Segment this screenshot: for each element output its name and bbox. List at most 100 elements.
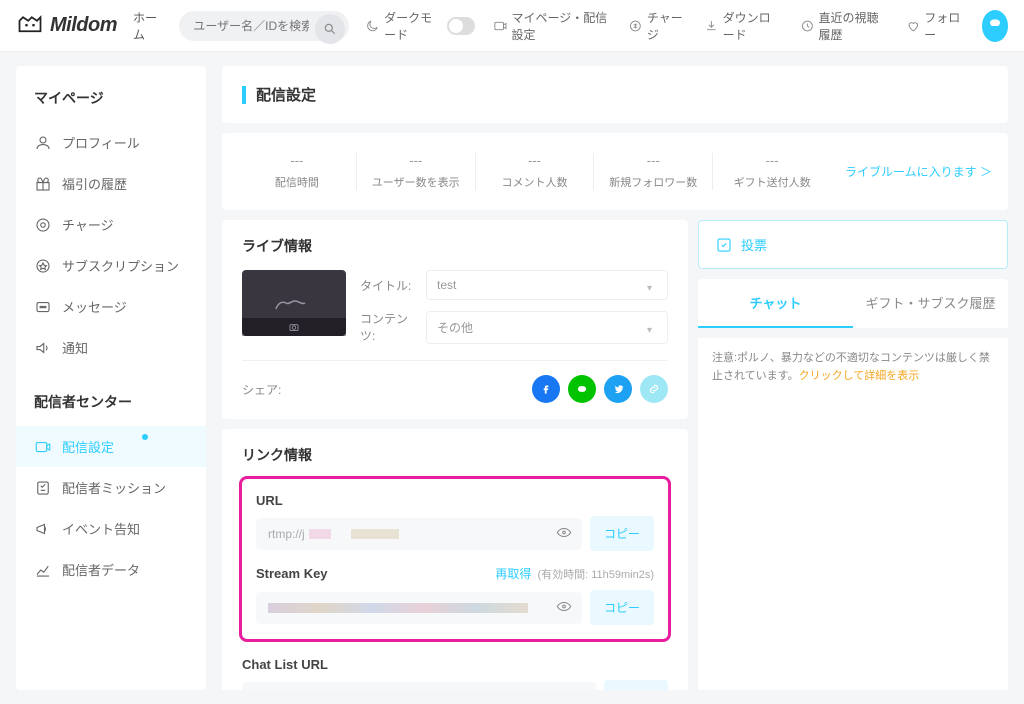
- sidebar-item-notification[interactable]: 通知: [16, 327, 206, 368]
- url-input[interactable]: rtmp://j: [256, 518, 582, 550]
- chatlist-input[interactable]: ****************************************…: [242, 682, 596, 691]
- share-label: シェア:: [242, 381, 281, 398]
- star-badge-icon: [34, 257, 52, 275]
- chatlist-label: Chat List URL: [242, 657, 328, 672]
- download-icon: [704, 17, 719, 35]
- avatar[interactable]: [982, 10, 1009, 42]
- eye-icon[interactable]: [556, 598, 572, 617]
- chat-notice: 注意:ポルノ、暴力などの不適切なコンテンツは厳しく禁止されています。クリックして…: [698, 338, 1008, 397]
- share-line[interactable]: [568, 375, 596, 403]
- content-select[interactable]: その他: [426, 311, 668, 344]
- accent-bar: [242, 86, 246, 104]
- message-icon: [34, 298, 52, 316]
- share-twitter[interactable]: [604, 375, 632, 403]
- header-right: ダークモード マイページ・配信設定 チャージ ダウンロード 直近の視聴履歴 フォ…: [365, 9, 1008, 43]
- clock-icon: [800, 17, 815, 35]
- streamkey-label: Stream Key: [256, 566, 328, 581]
- logo[interactable]: Mildom: [16, 12, 117, 40]
- chat-notice-link[interactable]: クリックして詳細を表示: [799, 370, 920, 382]
- search-button[interactable]: [315, 14, 345, 44]
- chevron-down-icon: [647, 280, 657, 290]
- sidebar-item-profile[interactable]: プロフィール: [16, 122, 206, 163]
- vote-card[interactable]: 投票: [698, 220, 1008, 269]
- title-select[interactable]: test: [426, 270, 668, 300]
- nav-history[interactable]: 直近の視聴履歴: [800, 9, 888, 43]
- enter-room-link[interactable]: ライブルームに入ります ＞: [831, 163, 992, 180]
- checklist-icon: [34, 479, 52, 497]
- streamkey-input[interactable]: [256, 592, 582, 624]
- live-info-title: ライブ情報: [242, 236, 668, 256]
- nav-mypage[interactable]: マイページ・配信設定: [493, 9, 610, 43]
- search-wrap: [179, 11, 349, 41]
- darkmode-toggle[interactable]: ダークモード: [365, 9, 474, 43]
- logo-icon: [16, 12, 44, 40]
- vote-icon: [715, 236, 733, 254]
- sidebar-item-event[interactable]: イベント告知: [16, 508, 206, 549]
- nav-download[interactable]: ダウンロード: [704, 9, 782, 43]
- heart-icon: [906, 17, 921, 35]
- main: 配信設定 ---配信時間 ---ユーザー数を表示 ---コメント人数 ---新規…: [222, 66, 1008, 690]
- title-label: タイトル:: [360, 277, 416, 294]
- sidebar-item-data[interactable]: 配信者データ: [16, 549, 206, 590]
- video-icon: [493, 17, 508, 35]
- sidebar-item-charge[interactable]: チャージ: [16, 204, 206, 245]
- sidebar-item-subscription[interactable]: サブスクリプション: [16, 245, 206, 286]
- page-header: 配信設定: [222, 66, 1008, 123]
- search-icon: [323, 22, 337, 36]
- refetch-link[interactable]: 再取得: [495, 565, 531, 582]
- tab-chat[interactable]: チャット: [698, 279, 853, 328]
- stat-time: ---配信時間: [238, 153, 357, 190]
- tab-gift-history[interactable]: ギフト・サブスク履歴: [853, 279, 1008, 328]
- coin-icon: [628, 17, 643, 35]
- nav-charge[interactable]: チャージ: [628, 9, 686, 43]
- chart-icon: [34, 561, 52, 579]
- sidebar-item-lottery[interactable]: 福引の履歴: [16, 163, 206, 204]
- stat-users: ---ユーザー数を表示: [357, 153, 476, 190]
- copy-chatlist-button[interactable]: コピー: [604, 680, 668, 690]
- speaker-icon: [34, 339, 52, 357]
- logo-text: Mildom: [50, 14, 117, 37]
- url-label: URL: [256, 493, 283, 508]
- chevron-down-icon: [647, 322, 657, 332]
- sidebar-section-broadcaster: 配信者センター: [16, 368, 206, 426]
- sidebar-section-mypage: マイページ: [16, 88, 206, 122]
- eye-closed-icon[interactable]: [570, 688, 586, 690]
- nav-follow[interactable]: フォロー: [906, 9, 964, 43]
- share-link[interactable]: [640, 375, 668, 403]
- megaphone-icon: [34, 520, 52, 538]
- facebook-icon: [539, 382, 553, 396]
- sidebar-item-broadcast-settings[interactable]: 配信設定: [16, 426, 206, 467]
- link-info-title: リンク情報: [242, 445, 668, 465]
- link-info-card: リンク情報 URL rtmp://j コピー: [222, 429, 688, 690]
- chat-panel: 注意:ポルノ、暴力などの不適切なコンテンツは厳しく禁止されています。クリックして…: [698, 338, 1008, 690]
- chat-body: [698, 397, 1008, 690]
- link-icon: [647, 382, 661, 396]
- sidebar: マイページ プロフィール 福引の履歴 チャージ サブスクリプション メッセージ …: [16, 66, 206, 690]
- user-icon: [34, 134, 52, 152]
- copy-url-button[interactable]: コピー: [590, 516, 654, 551]
- gift-icon: [34, 175, 52, 193]
- share-facebook[interactable]: [532, 375, 560, 403]
- target-icon: [34, 216, 52, 234]
- highlighted-link-section: URL rtmp://j コピー Stream Ke: [239, 476, 671, 642]
- thumbnail[interactable]: [242, 270, 346, 336]
- nav-home[interactable]: ホーム: [133, 9, 163, 43]
- stat-comments: ---コメント人数: [476, 153, 595, 190]
- stats-card: ---配信時間 ---ユーザー数を表示 ---コメント人数 ---新規フォロワー…: [222, 133, 1008, 210]
- content-label: コンテンツ:: [360, 310, 416, 344]
- sidebar-item-message[interactable]: メッセージ: [16, 286, 206, 327]
- twitter-icon: [611, 382, 625, 396]
- toggle-switch[interactable]: [447, 17, 475, 35]
- camera-small-icon: [287, 320, 301, 334]
- sidebar-item-mission[interactable]: 配信者ミッション: [16, 467, 206, 508]
- copy-streamkey-button[interactable]: コピー: [590, 590, 654, 625]
- thumbnail-art-icon: [270, 287, 318, 319]
- avatar-icon: [985, 16, 1005, 36]
- camera-icon: [34, 438, 52, 456]
- app-header: Mildom ホーム ダークモード マイページ・配信設定 チャージ ダウンロード…: [0, 0, 1024, 52]
- page-title: 配信設定: [256, 84, 316, 105]
- stat-gifts: ---ギフト送付人数: [713, 153, 831, 190]
- line-icon: [575, 382, 589, 396]
- stat-followers: ---新規フォロワー数: [594, 153, 713, 190]
- eye-icon[interactable]: [556, 524, 572, 543]
